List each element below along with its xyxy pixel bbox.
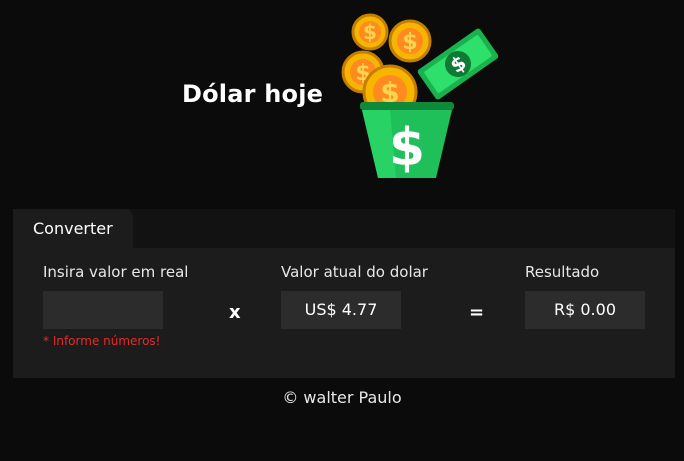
error-message: * Informe números! — [43, 334, 161, 348]
svg-text:$: $ — [402, 30, 417, 55]
page-title: Dólar hoje — [182, 80, 324, 108]
rate-value: US$ 4.77 — [281, 291, 401, 329]
input-label: Insira valor em real — [43, 263, 189, 281]
result-label: Resultado — [525, 263, 600, 281]
equals-symbol: = — [469, 302, 485, 323]
dollar-bucket-icon: $ $ $ $ $ $ — [341, 13, 499, 178]
tab-label: Converter — [33, 219, 113, 238]
footer-credit: © walter Paulo — [282, 388, 402, 407]
svg-text:$: $ — [389, 118, 425, 178]
real-value-input[interactable] — [43, 291, 163, 329]
result-value: R$ 0.00 — [525, 291, 645, 329]
multiply-symbol: x — [229, 302, 241, 323]
tab-converter[interactable]: Converter — [13, 209, 133, 248]
rate-label: Valor atual do dolar — [281, 263, 428, 281]
svg-text:$: $ — [363, 20, 377, 44]
